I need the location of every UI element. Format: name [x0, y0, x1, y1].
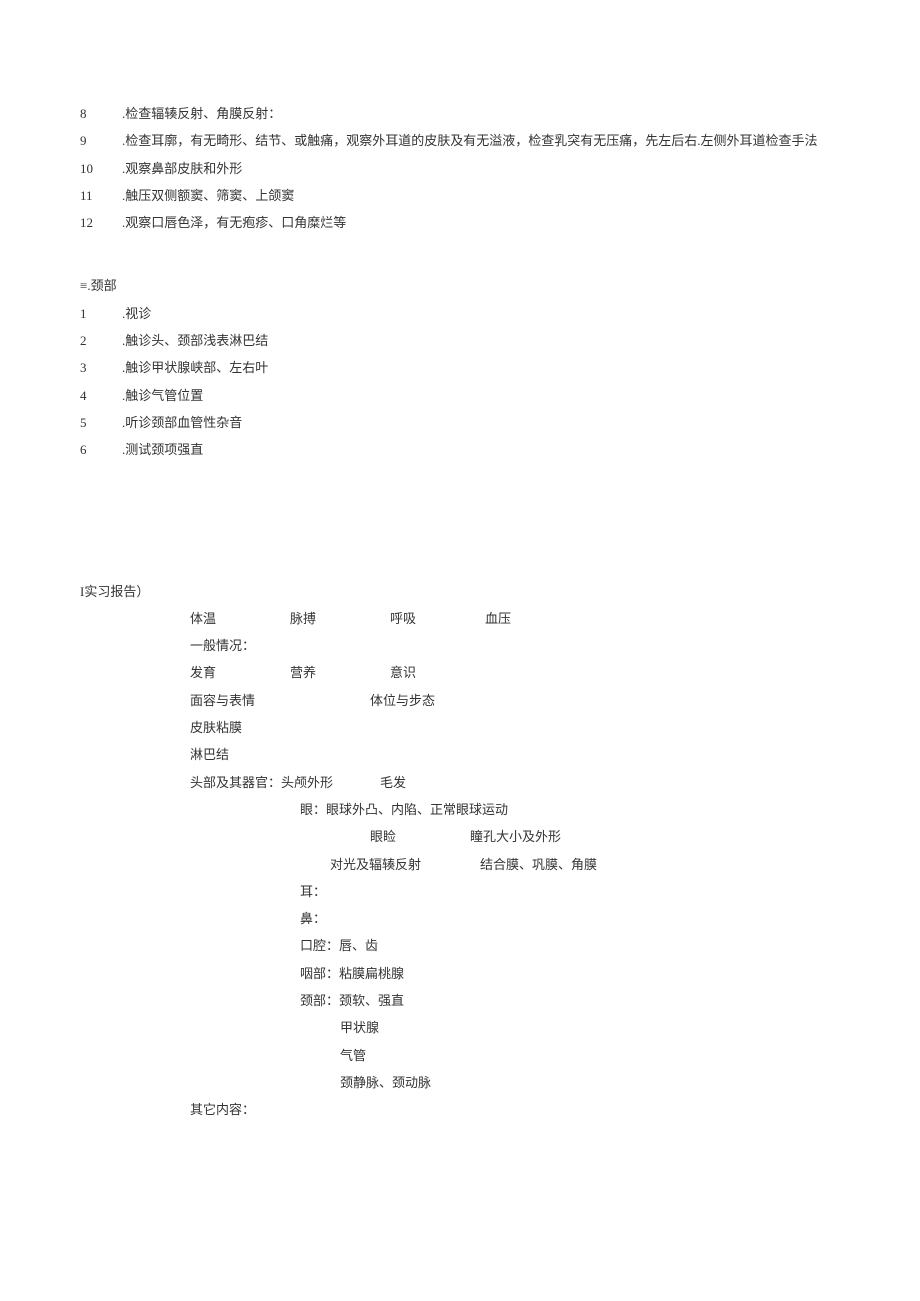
neck-sub-thyroid: 甲状腺 — [80, 1014, 840, 1041]
item-text: .观察口唇色泽，有无疱疹、口角糜烂等 — [122, 215, 346, 230]
list-item: 4 .触诊气管位置 — [80, 382, 840, 409]
posture-gait: 体位与步态 — [370, 687, 435, 714]
section-heading: ≡.颈部 — [80, 272, 840, 299]
list-item: 1 .视诊 — [80, 300, 840, 327]
light-reflex: 对光及辐辏反射 — [330, 851, 480, 878]
item-num: 10 — [80, 155, 104, 182]
face-row: 面容与表情 体位与步态 — [80, 687, 840, 714]
head-shape: 头部及其器官：头颅外形 — [190, 769, 380, 796]
item-text: .触诊气管位置 — [122, 388, 203, 403]
item-text: .触诊头、颈部浅表淋巴结 — [122, 333, 268, 348]
mouth-label: 口腔：唇、齿 — [80, 932, 840, 959]
lymph-label: 淋巴结 — [80, 741, 840, 768]
ear-label: 耳： — [80, 878, 840, 905]
neck-sub-vessels: 颈静脉、颈动脉 — [80, 1069, 840, 1096]
list-item: 6 .测试颈项强直 — [80, 436, 840, 463]
item-num: 5 — [80, 409, 104, 436]
list-section-a: 8 .检查辐辏反射、角膜反射： 9 .检查耳廓，有无畸形、结节、或触痛，观察外耳道的… — [80, 100, 840, 236]
list-item: 10 .观察鼻部皮肤和外形 — [80, 155, 840, 182]
item-num: 8 — [80, 100, 104, 127]
growth-row: 发育 营养 意识 — [80, 659, 840, 686]
head-hair: 毛发 — [380, 769, 406, 796]
vital-breath: 呼吸 — [390, 605, 485, 632]
head-row: 头部及其器官：头颅外形 毛发 — [80, 769, 840, 796]
item-num: 9 — [80, 127, 104, 154]
other-label: 其它内容： — [80, 1096, 840, 1123]
list-item: 2 .触诊头、颈部浅表淋巴结 — [80, 327, 840, 354]
item-text: .听诊颈部血管性杂音 — [122, 415, 242, 430]
skin-label: 皮肤粘膜 — [80, 714, 840, 741]
item-text: .测试颈项强直 — [122, 442, 203, 457]
vital-pulse: 脉搏 — [290, 605, 390, 632]
item-num: 4 — [80, 382, 104, 409]
face-expression: 面容与表情 — [190, 687, 370, 714]
item-text: .观察鼻部皮肤和外形 — [122, 161, 242, 176]
report-section: I实习报告） 体温 脉搏 呼吸 血压 一般情况： 发育 营养 意识 面容与表情 … — [80, 578, 840, 1124]
item-num: 3 — [80, 354, 104, 381]
eye-row-3: 对光及辐辏反射 结合膜、巩膜、角膜 — [80, 851, 840, 878]
growth-consciousness: 意识 — [390, 659, 416, 686]
list-item: 5 .听诊颈部血管性杂音 — [80, 409, 840, 436]
eyelid: 眼睑 — [370, 823, 470, 850]
list-item: 11 .触压双侧额窦、筛窦、上颌窦 — [80, 182, 840, 209]
report-heading: I实习报告） — [80, 578, 840, 605]
growth-dev: 发育 — [190, 659, 290, 686]
list-item: 3 .触诊甲状腺峡部、左右叶 — [80, 354, 840, 381]
neck-label: 颈部：颈软、强直 — [80, 987, 840, 1014]
item-num: 12 — [80, 209, 104, 236]
list-item: 8 .检查辐辏反射、角膜反射： — [80, 100, 840, 127]
neck-sub-trachea: 气管 — [80, 1042, 840, 1069]
nose-label: 鼻： — [80, 905, 840, 932]
eye-row-2: 眼睑 瞳孔大小及外形 — [80, 823, 840, 850]
item-text: .检查耳廓，有无畸形、结节、或触痛，观察外耳道的皮肤及有无溢液，检查乳突有无压痛… — [122, 133, 818, 148]
item-num: 1 — [80, 300, 104, 327]
pupil: 瞳孔大小及外形 — [470, 823, 561, 850]
list-item: 12 .观察口唇色泽，有无疱疹、口角糜烂等 — [80, 209, 840, 236]
item-num: 2 — [80, 327, 104, 354]
item-num: 6 — [80, 436, 104, 463]
item-num: 11 — [80, 182, 104, 209]
item-text: .视诊 — [122, 306, 151, 321]
vitals-row: 体温 脉搏 呼吸 血压 — [80, 605, 840, 632]
item-text: .触压双侧额窦、筛窦、上颌窦 — [122, 188, 294, 203]
vital-temp: 体温 — [190, 605, 290, 632]
vital-bp: 血压 — [485, 605, 511, 632]
conjunctiva: 结合膜、巩膜、角膜 — [480, 851, 597, 878]
general-label: 一般情况： — [80, 632, 840, 659]
list-item: 9 .检查耳廓，有无畸形、结节、或触痛，观察外耳道的皮肤及有无溢液，检查乳突有无压… — [80, 127, 840, 154]
growth-nutrition: 营养 — [290, 659, 390, 686]
item-text: .触诊甲状腺峡部、左右叶 — [122, 360, 268, 375]
eye-row-1: 眼：眼球外凸、内陷、正常眼球运动 — [80, 796, 840, 823]
throat-label: 咽部：粘膜扁桃腺 — [80, 960, 840, 987]
item-text: .检查辐辏反射、角膜反射： — [122, 106, 281, 121]
list-section-b: ≡.颈部 1 .视诊 2 .触诊头、颈部浅表淋巴结 3 .触诊甲状腺峡部、左右叶 4.… — [80, 272, 840, 463]
